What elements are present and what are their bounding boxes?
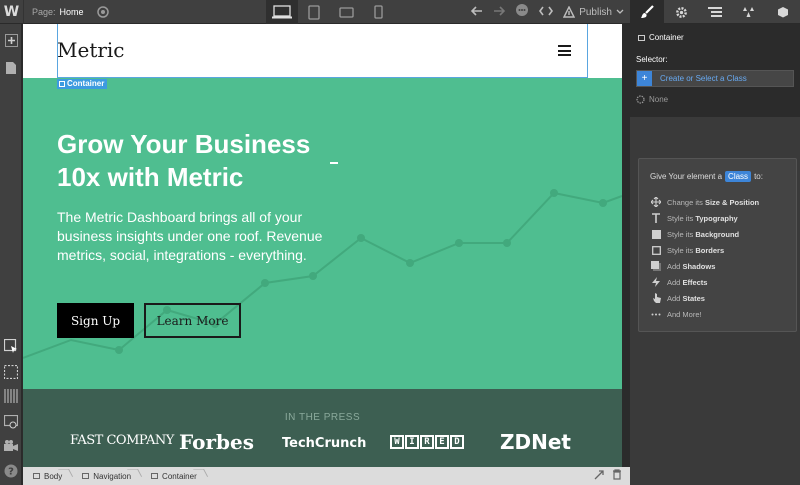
breadcrumb-body[interactable]: Body xyxy=(23,467,72,485)
page-selector[interactable]: Home xyxy=(60,7,84,17)
trash-icon[interactable] xyxy=(612,467,622,485)
hint-borders: Style its Borders xyxy=(651,244,724,256)
page-label: Page: xyxy=(32,6,56,17)
comments-icon[interactable] xyxy=(515,3,529,22)
element-title: Container xyxy=(638,33,684,42)
navigation-icon xyxy=(82,473,90,479)
style-tab-brush-icon[interactable] xyxy=(630,0,664,24)
desktop-view-icon[interactable] xyxy=(266,0,298,24)
fast-company-logo: FAST COMPANY xyxy=(70,433,174,448)
publish-label: Publish xyxy=(579,6,612,18)
preview-mode-icon[interactable] xyxy=(3,414,19,430)
hint-typography: Style its Typography xyxy=(651,212,738,224)
hint-size-position: Change its Size & Position xyxy=(651,196,759,208)
assets-tab-icon[interactable] xyxy=(766,0,800,24)
shadow-icon xyxy=(651,261,661,271)
redo-icon[interactable] xyxy=(493,3,506,21)
navigation-bar[interactable]: Metric xyxy=(23,24,622,78)
container-icon xyxy=(59,81,65,87)
device-switcher xyxy=(266,0,394,24)
zdnet-logo: ZDNet xyxy=(500,430,571,454)
design-canvas[interactable]: Metric Container Grow Your Business 10x … xyxy=(23,24,622,467)
hint-background: Style its Background xyxy=(651,228,739,240)
element-outline-icon[interactable] xyxy=(3,364,19,380)
symbols-tab-icon[interactable] xyxy=(732,0,766,24)
wired-logo: WIRED xyxy=(390,435,464,449)
state-icon xyxy=(636,95,645,104)
navigator-tab-icon[interactable] xyxy=(698,0,732,24)
body-icon xyxy=(33,473,40,479)
container-selection-outline xyxy=(57,24,588,78)
top-toolbar: W Page: Home Publish xyxy=(0,0,630,24)
grid-overlay-icon[interactable] xyxy=(3,388,19,404)
container-icon xyxy=(638,34,645,41)
preview-eye-icon[interactable] xyxy=(96,5,110,19)
learn-more-button[interactable]: Learn More xyxy=(144,303,241,338)
hero-subtext[interactable]: The Metric Dashboard brings all of your … xyxy=(57,208,332,265)
container-icon xyxy=(151,473,159,479)
breadcrumb: Body Navigation Container xyxy=(23,467,630,485)
class-hint-card: Give Your element a Class to: Change its… xyxy=(638,158,797,332)
designer-app: W Page: Home Publish ? Metric Container … xyxy=(0,0,800,485)
select-tool-icon[interactable] xyxy=(3,338,19,354)
sign-up-button[interactable]: Sign Up xyxy=(57,303,134,338)
video-tutorial-icon[interactable] xyxy=(3,438,19,454)
publish-button[interactable]: Publish xyxy=(563,6,624,18)
hint-shadows: Add Shadows xyxy=(651,260,715,272)
hint-effects: Add Effects xyxy=(651,276,707,288)
mobile-portrait-view-icon[interactable] xyxy=(362,0,394,24)
chevron-down-icon xyxy=(616,9,624,14)
panel-tabs xyxy=(630,0,800,24)
move-icon xyxy=(651,197,661,207)
class-selector-input[interactable]: + Create or Select a Class xyxy=(636,70,794,87)
left-toolbar: ? xyxy=(0,24,22,485)
selector-section: Container Selector: + Create or Select a… xyxy=(630,25,800,117)
background-icon xyxy=(651,229,661,239)
more-icon xyxy=(651,309,661,319)
publish-icon xyxy=(563,6,576,18)
breadcrumb-tools xyxy=(594,467,630,485)
code-icon[interactable] xyxy=(539,3,554,21)
hint-more: And More! xyxy=(651,308,702,320)
app-logo[interactable]: W xyxy=(0,0,24,24)
add-class-plus-icon[interactable]: + xyxy=(637,71,652,86)
state-none[interactable]: None xyxy=(636,95,668,104)
press-title: IN THE PRESS xyxy=(284,412,361,423)
mobile-landscape-view-icon[interactable] xyxy=(330,0,362,24)
effects-icon xyxy=(651,277,661,287)
pages-icon[interactable] xyxy=(3,60,19,76)
states-icon xyxy=(651,293,661,303)
breadcrumb-container[interactable]: Container xyxy=(141,467,207,485)
techcrunch-logo: TechCrunch xyxy=(282,436,367,451)
svg-text:?: ? xyxy=(8,467,14,478)
press-section[interactable]: IN THE PRESS FAST COMPANY Forbes TechCru… xyxy=(23,389,622,467)
selected-element-tag: Container xyxy=(57,79,108,89)
class-badge: Class xyxy=(725,171,752,182)
class-input-placeholder: Create or Select a Class xyxy=(660,74,747,83)
settings-tab-gear-icon[interactable] xyxy=(664,0,698,24)
border-icon xyxy=(651,245,661,255)
help-icon[interactable]: ? xyxy=(3,463,19,479)
breadcrumb-navigation[interactable]: Navigation xyxy=(72,467,141,485)
style-panel: Container Selector: + Create or Select a… xyxy=(630,25,800,485)
forbes-logo: Forbes xyxy=(179,430,254,454)
selector-label: Selector: xyxy=(636,55,668,64)
hero-headline[interactable]: Grow Your Business 10x with Metric xyxy=(57,128,347,194)
typography-icon xyxy=(651,213,661,223)
hint-states: Add States xyxy=(651,292,705,304)
undo-icon[interactable] xyxy=(471,3,483,21)
hint-title: Give Your element a Class to: xyxy=(650,171,763,182)
add-element-plus-icon[interactable] xyxy=(3,32,19,48)
resize-handle[interactable] xyxy=(330,162,338,164)
tablet-view-icon[interactable] xyxy=(298,0,330,24)
top-actions: Publish xyxy=(471,0,624,24)
expand-icon[interactable] xyxy=(594,467,604,485)
